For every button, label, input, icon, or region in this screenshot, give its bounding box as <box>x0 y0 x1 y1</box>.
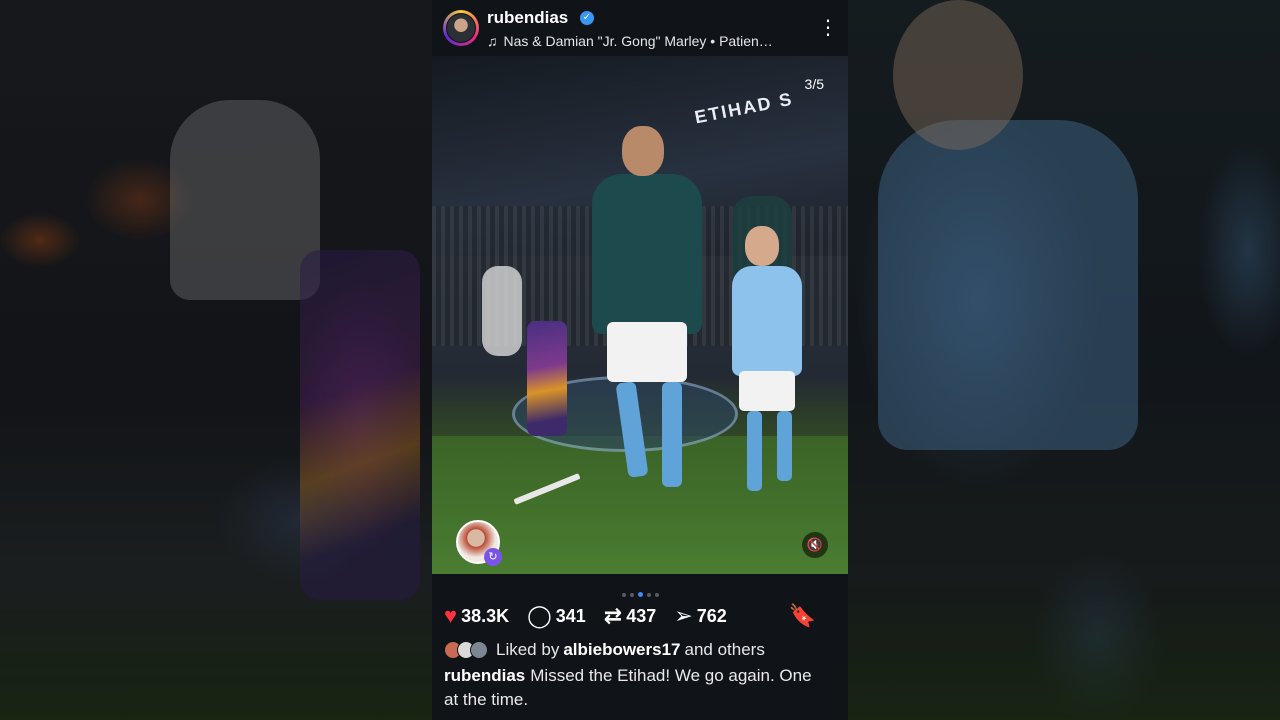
mascot-child-figure <box>727 226 807 516</box>
repost-icon: ⇄ <box>603 603 623 628</box>
repost-badge-icon: ↻ <box>484 548 502 566</box>
mute-icon[interactable]: 🔇 <box>802 532 828 558</box>
like-count: 38.3K <box>461 605 510 626</box>
carousel-dot <box>629 592 634 597</box>
post-header: rubendias ✓ ♫ Nas & Damian "Jr. Gong" Mar… <box>432 0 848 56</box>
premier-league-pillar <box>527 321 567 436</box>
background-person <box>482 266 522 356</box>
carousel-dot <box>646 592 651 597</box>
liked-by-line[interactable]: Liked by albiebowers17 and others <box>444 639 836 661</box>
carousel-dots <box>432 586 848 598</box>
share-button[interactable]: ➢ 762 <box>674 605 726 627</box>
repost-count: 437 <box>626 605 657 626</box>
carousel-dot-active <box>637 592 643 598</box>
music-note-icon: ♫ <box>487 33 498 49</box>
liked-by-suffix: and others <box>684 640 765 659</box>
share-count: 762 <box>696 605 727 626</box>
repost-button[interactable]: ⇄ 437 <box>604 605 656 627</box>
comment-count: 341 <box>555 605 586 626</box>
action-bar: ♥ 38.3K ◯ 341 ⇄ 437 ➢ 762 🔖 <box>444 602 834 630</box>
send-icon: ➢ <box>674 603 693 628</box>
music-label: Nas & Damian "Jr. Gong" Marley • Patien… <box>503 33 773 49</box>
carousel-dot <box>621 592 626 597</box>
avatar <box>470 641 488 659</box>
heart-icon: ♥ <box>444 603 458 628</box>
like-button[interactable]: ♥ 38.3K <box>444 605 509 627</box>
caption: rubendias Missed the Etihad! We go again.… <box>444 664 830 712</box>
avatar-image <box>446 13 476 43</box>
post-card: rubendias ✓ ♫ Nas & Damian "Jr. Gong" Mar… <box>432 0 848 720</box>
liked-by-prefix: Liked by <box>496 640 560 659</box>
blurred-background-right <box>848 0 1280 720</box>
post-photo[interactable]: ETIHAD S 3/5 ↻ 🔇 <box>432 56 848 574</box>
comment-button[interactable]: ◯ 341 <box>527 605 586 627</box>
liked-by-avatars <box>444 641 488 659</box>
liked-by-user[interactable]: albiebowers17 <box>563 640 680 660</box>
verified-badge-icon: ✓ <box>580 11 594 25</box>
music-info[interactable]: ♫ Nas & Damian "Jr. Gong" Marley • Patien… <box>487 33 773 49</box>
username[interactable]: rubendias <box>487 8 568 28</box>
carousel-dot <box>654 592 659 597</box>
more-options-icon[interactable]: ⋮ <box>818 16 838 40</box>
caption-username[interactable]: rubendias <box>444 666 525 685</box>
slide-counter: 3/5 <box>804 76 824 92</box>
bookmark-icon[interactable]: 🔖 <box>789 603 816 629</box>
player-figure <box>582 126 702 506</box>
blurred-background-left <box>0 0 432 720</box>
avatar[interactable] <box>443 10 479 46</box>
comment-icon: ◯ <box>527 603 552 628</box>
